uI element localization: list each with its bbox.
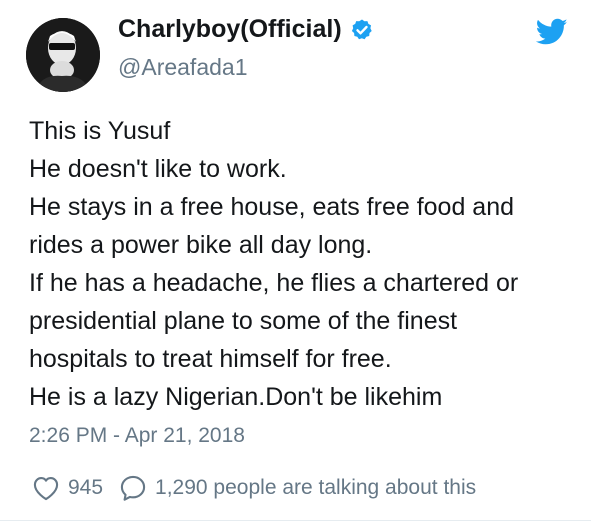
avatar[interactable] [26,18,100,92]
tweet-timestamp[interactable]: 2:26 PM - Apr 21, 2018 [29,424,245,448]
like-count: 945 [68,476,104,499]
replies-text: 1,290 people are talking about this [155,476,477,499]
tweet-actions: 945 1,290 people are talking about this [32,471,476,505]
heart-icon[interactable] [32,475,60,501]
like-button[interactable]: 945 [32,475,103,501]
tweet-line: He doesn't like to work. [29,155,287,183]
tweet-line: If he has a headache, he flies a charter… [29,269,519,297]
tweet-line: He stays in a free house, eats free food… [29,193,515,221]
verified-badge-icon [350,18,374,42]
tweet-line: He is a lazy Nigerian.Don't be likehim [29,383,443,411]
user-handle[interactable]: @Areafada1 [118,54,248,81]
display-name-text[interactable]: Charlyboy(Official) [118,15,342,44]
tweet-line: presidential plane to some of the finest [29,307,458,335]
display-name[interactable]: Charlyboy(Official) [118,15,374,44]
tweet-text: This is Yusuf He doesn't like to work. H… [29,112,584,416]
tweet-line: This is Yusuf [29,117,171,145]
reply-button[interactable]: 1,290 people are talking about this [119,474,476,502]
twitter-bird-icon[interactable] [535,18,568,46]
divider [0,520,591,521]
tweet-card: Charlyboy(Official) @Areafada1 This is Y… [0,0,591,528]
speech-bubble-icon[interactable] [119,474,147,502]
tweet-line: rides a power bike all day long. [29,231,373,259]
tweet-line: hospitals to treat himself for free. [29,345,392,373]
